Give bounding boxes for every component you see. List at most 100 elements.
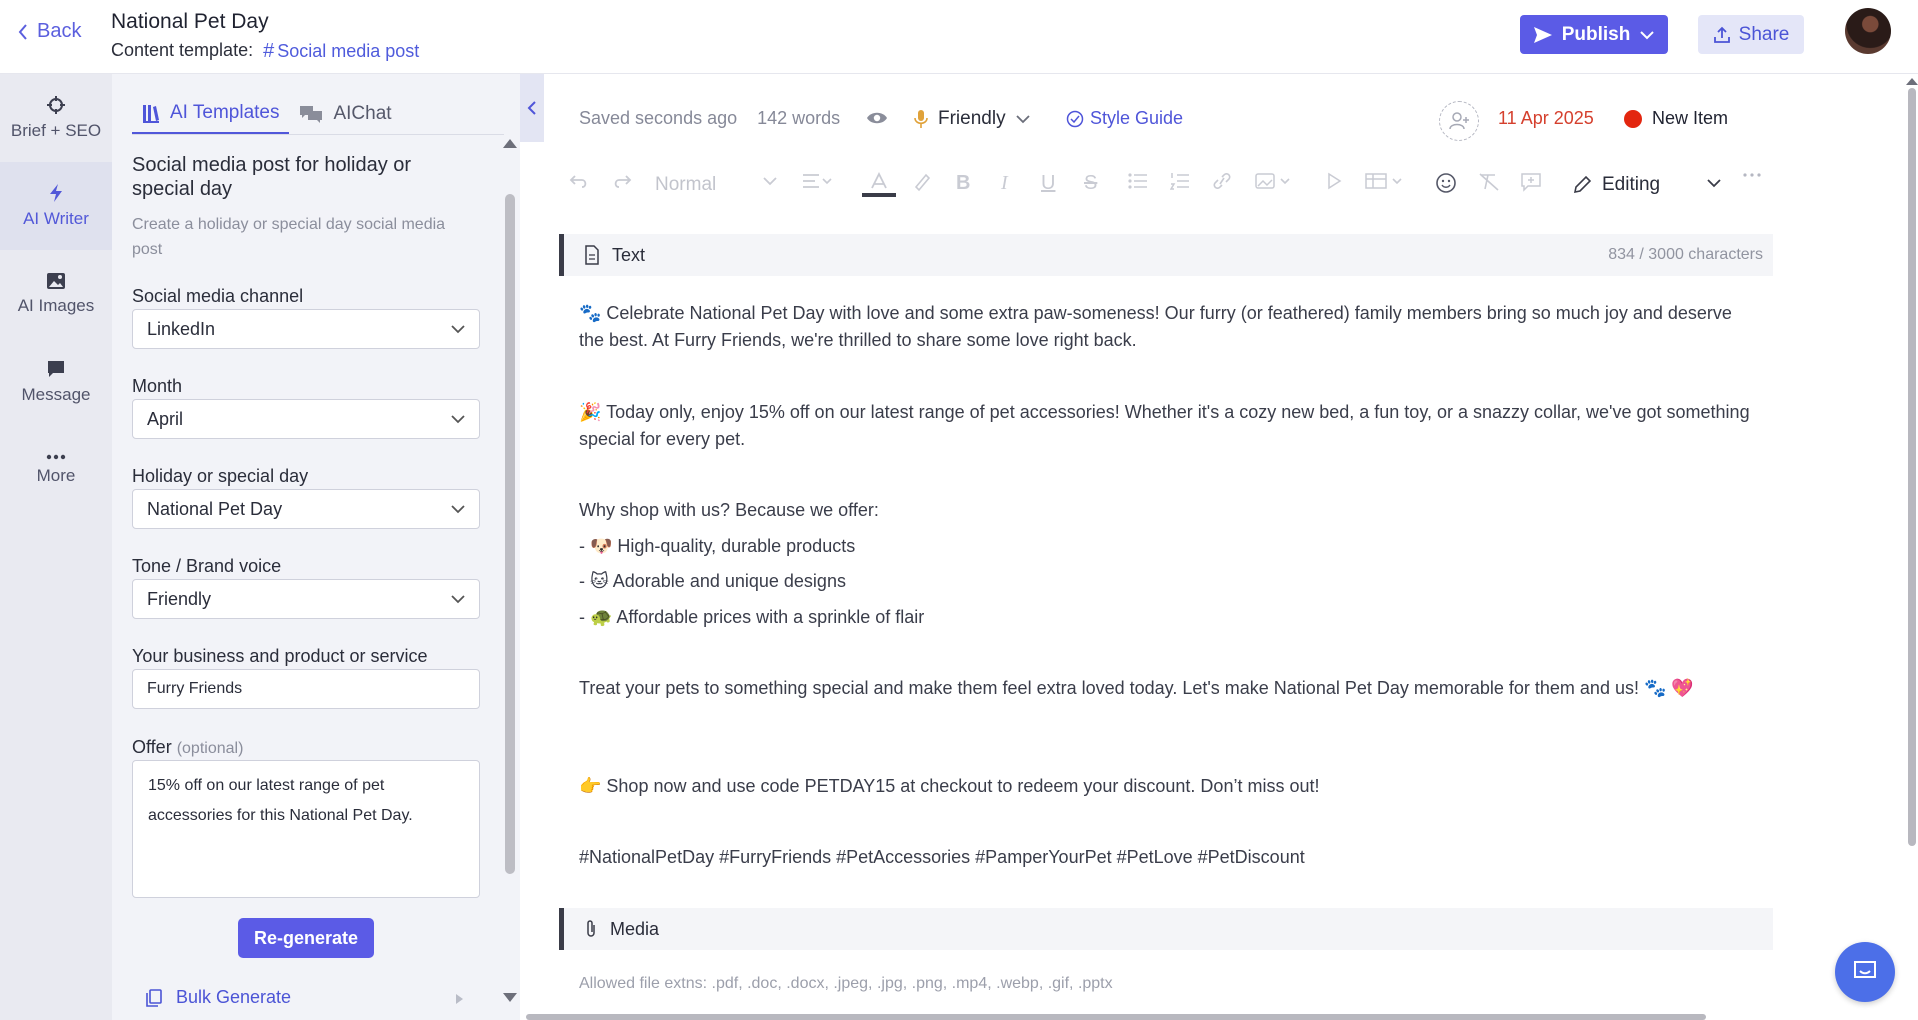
italic-icon[interactable]: I [1001,172,1008,195]
editing-mode-label: Editing [1602,174,1661,195]
eye-icon[interactable] [866,110,888,126]
user-avatar[interactable] [1845,8,1891,54]
paperclip-icon [584,919,598,939]
bulk-generate-link[interactable]: Bulk Generate [146,987,291,1008]
table-icon[interactable] [1365,172,1407,190]
chevron-down-icon [1639,30,1655,40]
save-status: Saved seconds ago 142 words [579,108,840,129]
tab-label: AIChat [333,103,392,124]
tab-ai-templates[interactable]: AI Templates [132,94,290,134]
bullet-list-icon[interactable] [1128,172,1148,190]
panel-scrollbar[interactable] [505,194,515,874]
rail-label: More [36,466,76,485]
holiday-select[interactable]: National Pet Day [132,489,480,529]
caret-right-icon [456,994,463,1004]
more-horizontal-icon[interactable] [1742,172,1762,178]
post-bullet[interactable]: - 🐶 High-quality, durable products [579,533,1759,560]
business-label: Your business and product or service [132,646,428,666]
rail-label: AI Images [17,296,95,315]
business-input[interactable]: Furry Friends [132,669,480,709]
page-title: National Pet Day [111,10,269,33]
paragraph-style-select[interactable]: Normal [655,174,716,196]
strikethrough-icon[interactable]: S [1084,172,1097,195]
numbered-list-icon[interactable] [1170,172,1190,190]
top-header: Back National Pet Day Content template: … [0,0,1918,74]
play-icon[interactable] [1326,172,1342,190]
holiday-label: Holiday or special day [132,466,309,486]
saved-status: Saved seconds ago [579,108,738,128]
chat-support-button[interactable] [1835,942,1895,1002]
post-paragraph[interactable]: 🐾 Celebrate National Pet Day with love a… [579,300,1759,354]
document-icon [584,245,600,265]
microphone-icon [914,109,928,129]
link-icon[interactable] [1211,172,1233,190]
rail-item-more[interactable]: More [0,426,112,514]
post-hashtags[interactable]: #NationalPetDay #FurryFriends #PetAccess… [579,844,1759,871]
template-description: Create a holiday or special day social m… [132,216,446,258]
rail-item-message[interactable]: Message [0,338,112,426]
month-select[interactable]: April [132,399,480,439]
content-template-link[interactable]: # Social media post [263,40,419,63]
editing-mode-dropdown[interactable]: Editing [1572,174,1660,196]
chevron-left-icon [17,23,29,41]
redo-icon[interactable] [612,172,632,190]
collapse-panel-button[interactable] [520,74,544,142]
editor-scroll-up[interactable] [1906,78,1918,85]
tone-dropdown[interactable]: Friendly [914,108,1030,130]
assign-user-button[interactable] [1439,101,1479,141]
bold-icon[interactable]: B [956,172,970,195]
chevron-down-icon [451,414,465,424]
highlight-icon[interactable] [912,172,932,192]
post-paragraph[interactable]: 👉 Shop now and use code PETDAY15 at chec… [579,773,1759,800]
tab-aichat[interactable]: AIChat [289,94,401,134]
back-button[interactable]: Back [17,20,81,43]
share-button[interactable]: Share [1698,15,1804,54]
publish-button[interactable]: Publish [1520,15,1668,54]
chevron-down-icon [451,324,465,334]
panel-scroll-down[interactable] [503,993,517,1002]
rail-item-ai-writer[interactable]: AI Writer [0,162,112,250]
channel-select[interactable]: LinkedIn [132,309,480,349]
insert-image-icon[interactable] [1255,172,1295,190]
align-icon[interactable] [802,172,834,190]
status-label: New Item [1652,108,1729,128]
tone-value: Friendly [938,108,1006,129]
tone-select[interactable]: Friendly [132,579,480,619]
post-paragraph[interactable]: Treat your pets to something special and… [579,675,1759,702]
check-circle-icon [1066,110,1084,128]
undo-icon[interactable] [569,172,589,190]
holiday-value: National Pet Day [147,498,283,519]
comment-icon[interactable] [1520,172,1542,192]
tone-label: Tone / Brand voice [132,556,282,576]
channel-value: LinkedIn [147,318,216,339]
clear-format-icon[interactable] [1478,172,1500,192]
underline-icon[interactable]: U [1041,172,1055,195]
post-bullet[interactable]: - 🐢 Affordable prices with a sprinkle of… [579,604,1759,631]
bulk-generate-label: Bulk Generate [176,987,292,1007]
emoji-icon[interactable] [1435,172,1457,194]
due-date[interactable]: 11 Apr 2025 [1498,108,1594,129]
text-color-icon[interactable] [862,172,896,198]
allowed-extensions: Allowed file extns: .pdf, .doc, .docx, .… [579,975,1113,992]
panel-scroll-up[interactable] [503,139,517,148]
style-guide-link[interactable]: Style Guide [1066,108,1183,129]
post-paragraph[interactable]: Why shop with us? Because we offer: [579,497,1759,524]
chevron-down-icon [451,504,465,514]
post-paragraph[interactable]: 🎉 Today only, enjoy 15% off on our lates… [579,399,1759,453]
rail-item-ai-images[interactable]: AI Images [0,250,112,338]
editor-scrollbar[interactable] [1908,88,1916,846]
share-label: Share [1738,23,1790,45]
offer-textarea[interactable]: 15% off on our latest range of pet acces… [132,760,480,898]
item-status[interactable]: New Item [1624,108,1728,129]
tabs-divider [132,134,504,135]
business-value: Furry Friends [147,680,243,697]
regenerate-button[interactable]: Re-generate [238,918,374,958]
content-template-row: Content template: # Social media post [111,40,419,63]
chevron-down-icon[interactable] [1706,178,1722,188]
post-bullet[interactable]: - 🐱 Adorable and unique designs [579,568,1759,595]
style-guide-label: Style Guide [1090,108,1184,128]
rail-item-brief-seo[interactable]: Brief + SEO [0,74,112,162]
send-icon [1533,26,1553,44]
chevron-down-icon [451,594,465,604]
horizontal-scrollbar[interactable] [526,1014,1706,1020]
